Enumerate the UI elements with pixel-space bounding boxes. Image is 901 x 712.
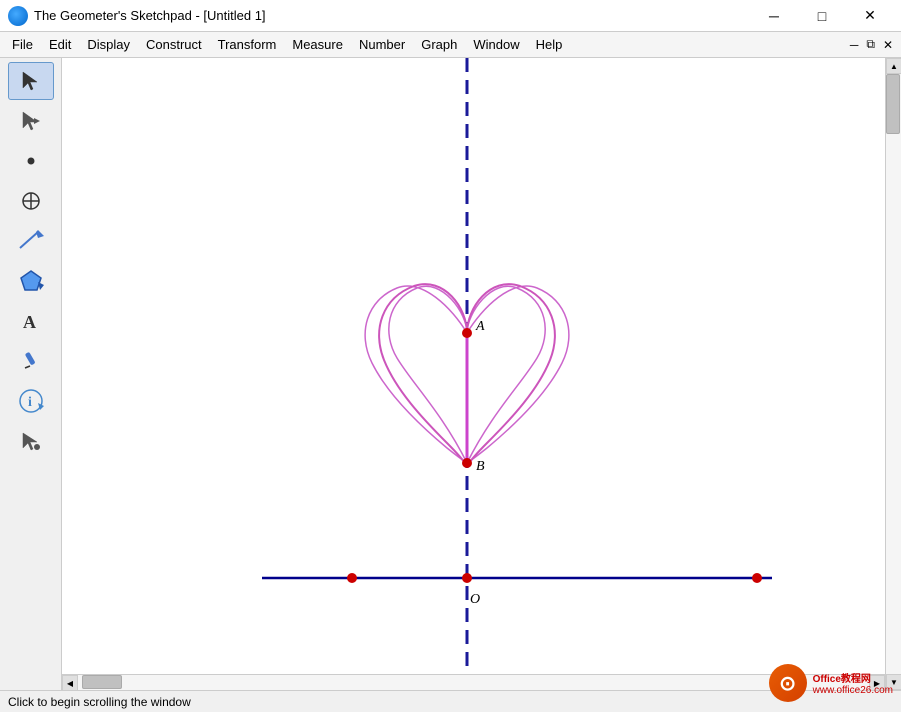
- svg-text:A: A: [23, 312, 36, 332]
- watermark-text: Office教程网 www.office26.com: [813, 670, 893, 696]
- watermark-icon: ⊙: [769, 664, 807, 702]
- text-tool[interactable]: A: [8, 302, 54, 340]
- watermark-line1: Office教程网: [813, 670, 871, 685]
- custom-tool[interactable]: [8, 422, 54, 460]
- title-bar: The Geometer's Sketchpad - [Untitled 1] …: [0, 0, 901, 32]
- close-button[interactable]: ✕: [847, 0, 893, 32]
- minimize-button[interactable]: ─: [751, 0, 797, 32]
- window-title: The Geometer's Sketchpad - [Untitled 1]: [34, 8, 751, 23]
- point-left-dot: [347, 573, 357, 583]
- point-a-label: A: [475, 319, 485, 334]
- polygon-tool[interactable]: [8, 262, 54, 300]
- point-o-dot: [462, 573, 472, 583]
- inner-close[interactable]: ✕: [879, 38, 897, 52]
- maximize-button[interactable]: □: [799, 0, 845, 32]
- menu-number[interactable]: Number: [351, 35, 413, 54]
- menu-file[interactable]: File: [4, 35, 41, 54]
- point-b-label: B: [476, 459, 485, 474]
- watermark-line2: www.office26.com: [813, 685, 893, 696]
- vscroll-thumb[interactable]: [886, 74, 900, 134]
- point-tool[interactable]: [8, 142, 54, 180]
- arrow-select-tool[interactable]: [8, 62, 54, 100]
- point-right-dot: [752, 573, 762, 583]
- hscroll-thumb[interactable]: [82, 675, 122, 689]
- straightedge-tool[interactable]: [8, 222, 54, 260]
- window-controls: ─ □ ✕: [751, 0, 893, 32]
- point-a-dot: [462, 328, 472, 338]
- toolbar: A i: [0, 58, 62, 690]
- svg-text:i: i: [28, 395, 32, 410]
- menu-bar: File Edit Display Construct Transform Me…: [0, 32, 901, 58]
- main-area: A i: [0, 58, 901, 690]
- compass-tool[interactable]: [8, 182, 54, 220]
- marker-tool[interactable]: [8, 342, 54, 380]
- horizontal-scrollbar[interactable]: ◀ ▶: [62, 674, 885, 690]
- arrow-translate-tool[interactable]: [8, 102, 54, 140]
- canvas-area[interactable]: A B O ◀ ▶: [62, 58, 885, 690]
- menu-measure[interactable]: Measure: [284, 35, 351, 54]
- status-text: Click to begin scrolling the window: [8, 695, 893, 709]
- menu-edit[interactable]: Edit: [41, 35, 79, 54]
- menu-transform[interactable]: Transform: [210, 35, 285, 54]
- menu-graph[interactable]: Graph: [413, 35, 465, 54]
- menu-window[interactable]: Window: [465, 35, 527, 54]
- app-icon: [8, 6, 28, 26]
- hscroll-track[interactable]: [78, 675, 869, 690]
- inner-minimize[interactable]: ─: [846, 38, 863, 52]
- watermark: ⊙ Office教程网 www.office26.com: [769, 672, 893, 710]
- point-o-label: O: [470, 592, 480, 607]
- status-bar: Click to begin scrolling the window ⊙ Of…: [0, 690, 901, 712]
- inner-maximize[interactable]: ⧉: [862, 37, 879, 52]
- hscroll-left-button[interactable]: ◀: [62, 675, 78, 690]
- vscroll-track[interactable]: [886, 74, 901, 674]
- point-b-dot: [462, 458, 472, 468]
- menu-construct[interactable]: Construct: [138, 35, 210, 54]
- menu-help[interactable]: Help: [528, 35, 571, 54]
- vscroll-up-button[interactable]: ▲: [886, 58, 901, 74]
- canvas-svg: A B O: [62, 58, 885, 690]
- menu-display[interactable]: Display: [79, 35, 138, 54]
- vertical-scrollbar[interactable]: ▲ ▼: [885, 58, 901, 690]
- info-tool[interactable]: i: [8, 382, 54, 420]
